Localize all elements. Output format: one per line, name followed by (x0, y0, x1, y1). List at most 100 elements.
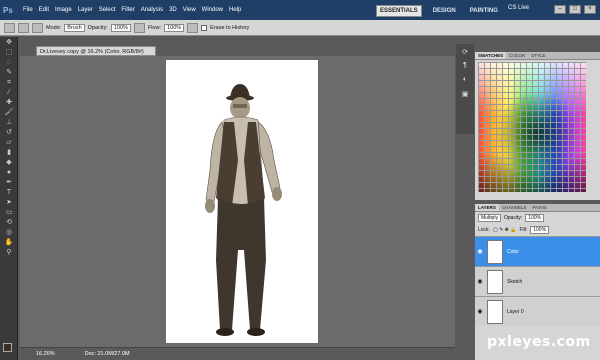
tab-color[interactable]: COLOR (506, 52, 528, 59)
photoshop-logo: Ps (3, 5, 13, 15)
menu-edit[interactable]: Edit (39, 7, 49, 13)
brush-panel-icon[interactable] (32, 22, 43, 33)
brush-tool-icon[interactable] (4, 22, 15, 33)
layer-opacity-field[interactable]: 100% (525, 214, 545, 222)
swatch-grid-lines (478, 62, 586, 192)
workspace-design[interactable]: DESIGN (430, 6, 459, 16)
menu-3d[interactable]: 3D (169, 7, 177, 13)
menu-help[interactable]: Help (229, 7, 241, 13)
tab-swatches[interactable]: SWATCHES (475, 52, 507, 59)
flow-label: Flow: (147, 24, 162, 31)
erase-history-checkbox[interactable] (201, 24, 208, 31)
minimize-icon[interactable]: – (554, 5, 566, 14)
adjustments-panel-icon[interactable]: ◐ (459, 76, 471, 86)
layer-thumbnail (487, 239, 503, 264)
workspace-painting[interactable]: PAINTING (467, 6, 501, 16)
status-bar: 16.26% Doc: 21.0M/27.0M (20, 347, 455, 360)
gradient-tool-icon[interactable]: ▮ (3, 148, 15, 157)
menu-window[interactable]: Window (202, 7, 223, 13)
quick-select-tool-icon[interactable]: ✎ (3, 68, 15, 77)
brush-tool-icon[interactable]: 🖌 (3, 108, 15, 117)
stamp-tool-icon[interactable]: ⊥ (3, 118, 15, 127)
maximize-icon[interactable]: □ (569, 5, 581, 14)
window-controls: – □ × (554, 5, 596, 14)
workspace-essentials[interactable]: ESSENTIALS (376, 5, 422, 17)
3d-rotate-tool-icon[interactable]: ⟲ (3, 218, 15, 227)
layer-name: Color (507, 248, 519, 255)
fill-field[interactable]: 100% (530, 226, 550, 234)
3d-orbit-tool-icon[interactable]: ◎ (3, 228, 15, 237)
erase-history-label: Erase to History (210, 24, 250, 31)
layers-tabs: LAYERS CHANNELS PATHS (475, 204, 600, 212)
path-select-tool-icon[interactable]: ➤ (3, 198, 15, 207)
airbrush-icon[interactable] (187, 22, 199, 33)
layer-row-color[interactable]: ◉ Color (475, 236, 600, 266)
type-tool-icon[interactable]: T (3, 188, 15, 197)
eraser-tool-icon[interactable]: ▱ (3, 138, 15, 147)
workspace-switcher: ESSENTIALS DESIGN PAINTING (376, 5, 501, 17)
swatches-panel: SWATCHES COLOR STYLE (475, 52, 600, 200)
cs-live-button[interactable]: CS Live (508, 5, 529, 11)
document-canvas[interactable] (166, 60, 318, 343)
zoom-tool-icon[interactable]: ⚲ (3, 248, 15, 257)
tab-layers[interactable]: LAYERS (475, 204, 499, 211)
pen-tool-icon[interactable]: ✒ (3, 178, 15, 187)
close-icon[interactable]: × (584, 5, 596, 14)
lasso-tool-icon[interactable]: ◌ (3, 58, 15, 67)
layer-row-layer0[interactable]: ◉ Layer 0 (475, 296, 600, 326)
tab-style[interactable]: STYLE (528, 52, 548, 59)
menu-bar: Ps File Edit Image Layer Select Filter A… (0, 0, 600, 20)
mode-label: Mode: (46, 24, 62, 31)
menu-select[interactable]: Select (99, 7, 116, 13)
opacity-label: Opacity: (87, 24, 108, 31)
masks-panel-icon[interactable]: ▣ (459, 90, 471, 100)
brush-preset-icon[interactable] (18, 22, 29, 33)
lock-label: Lock: (478, 227, 490, 233)
eye-icon[interactable]: ◉ (475, 278, 485, 285)
paragraph-panel-icon[interactable]: ¶ (459, 62, 471, 72)
panel-icon-strip: ⟳ ¶ ◐ ▣ (456, 44, 474, 134)
options-bar: Mode: Brush Opacity: 100% Flow: 100% Era… (0, 20, 600, 36)
history-panel-icon[interactable]: ⟳ (459, 48, 471, 58)
layer-opacity-label: Opacity: (503, 215, 523, 221)
lock-row: Lock: ▢ ✎ ✥ 🔒 Fill: 100% (475, 224, 600, 236)
tab-channels[interactable]: CHANNELS (499, 204, 530, 211)
crop-tool-icon[interactable]: ⌗ (3, 78, 15, 87)
canvas-area[interactable]: Dr.Livesey copy @ 16.2% (Color, RGB/8#) (20, 46, 455, 347)
lock-icons[interactable]: ▢ ✎ ✥ 🔒 (493, 227, 517, 233)
blend-mode-select[interactable]: Multiply (478, 214, 501, 222)
foreground-color-swatch[interactable] (3, 343, 12, 352)
move-tool-icon[interactable]: ✥ (3, 38, 15, 47)
marquee-tool-icon[interactable]: ⬚ (3, 48, 15, 57)
eye-icon[interactable]: ◉ (475, 248, 485, 255)
layer-name: Sketch (507, 278, 523, 285)
layer-name: Layer 0 (507, 308, 524, 315)
dodge-tool-icon[interactable]: ● (3, 168, 15, 177)
history-brush-icon[interactable]: ↺ (3, 128, 15, 137)
menu-filter[interactable]: Filter (121, 7, 134, 13)
pressure-opacity-icon[interactable] (133, 22, 145, 33)
menu-file[interactable]: File (23, 7, 33, 13)
flow-field[interactable]: 100% (164, 23, 185, 32)
hand-tool-icon[interactable]: ✋ (3, 238, 15, 247)
mode-select[interactable]: Brush (64, 23, 85, 32)
opacity-field[interactable]: 100% (110, 23, 131, 32)
swatches-tabs: SWATCHES COLOR STYLE (475, 52, 600, 60)
menu-view[interactable]: View (183, 7, 196, 13)
document-tab[interactable]: Dr.Livesey copy @ 16.2% (Color, RGB/8#) (36, 46, 156, 56)
menu-analysis[interactable]: Analysis (141, 7, 163, 13)
layer-row-sketch[interactable]: ◉ Sketch (475, 266, 600, 296)
toolbox: ✥ ⬚ ◌ ✎ ⌗ ⁄ ✚ 🖌 ⊥ ↺ ▱ ▮ ◆ ● ✒ T ➤ ▭ ⟲ ◎ … (0, 37, 18, 360)
healing-tool-icon[interactable]: ✚ (3, 98, 15, 107)
shape-tool-icon[interactable]: ▭ (3, 208, 15, 217)
menu-image[interactable]: Image (55, 7, 72, 13)
main-menu: File Edit Image Layer Select Filter Anal… (23, 7, 241, 13)
fill-label: Fill: (519, 227, 528, 233)
tab-paths[interactable]: PATHS (529, 204, 549, 211)
eyedropper-tool-icon[interactable]: ⁄ (3, 88, 15, 97)
menu-layer[interactable]: Layer (78, 7, 93, 13)
eye-icon[interactable]: ◉ (475, 308, 485, 315)
blur-tool-icon[interactable]: ◆ (3, 158, 15, 167)
zoom-level[interactable]: 16.26% (36, 351, 55, 357)
layer-thumbnail (487, 269, 503, 294)
